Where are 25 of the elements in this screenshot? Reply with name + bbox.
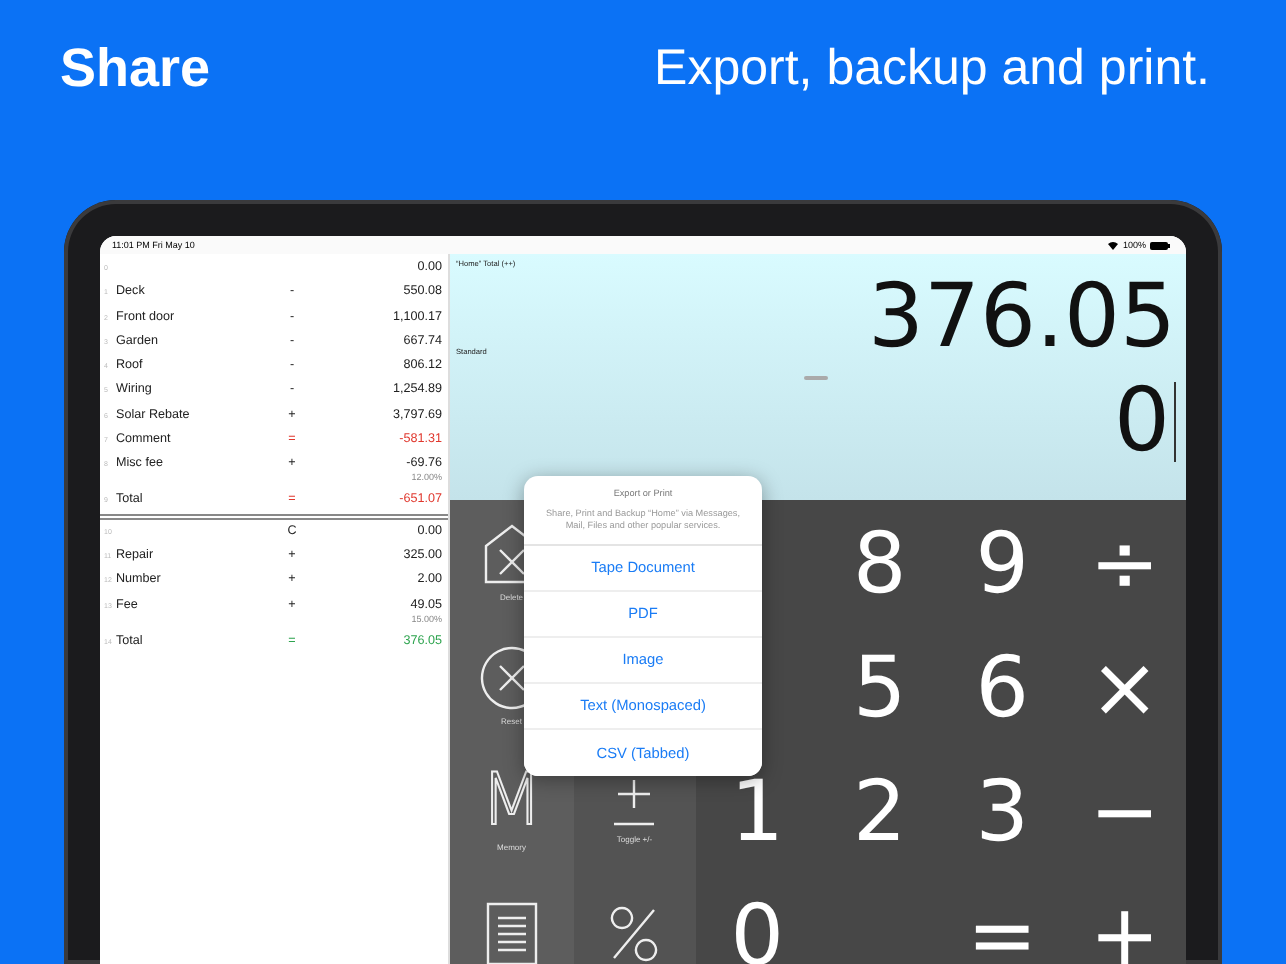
- keypad-key[interactable]: 9: [941, 500, 1064, 624]
- keypad-key[interactable]: 8: [818, 500, 941, 624]
- text-cursor: [1174, 382, 1176, 462]
- percent-key[interactable]: [573, 872, 696, 964]
- keypad-key[interactable]: ×: [1063, 624, 1186, 748]
- document-icon: [485, 902, 538, 964]
- keypad-key[interactable]: 6: [941, 624, 1064, 748]
- page-title: Share: [60, 38, 211, 98]
- wifi-icon: [1108, 241, 1119, 249]
- keypad-key[interactable]: 3: [941, 748, 1064, 872]
- drag-handle[interactable]: [804, 376, 828, 380]
- tagline: Export, backup and print.: [654, 38, 1210, 98]
- percent-icon: [606, 904, 663, 964]
- keypad-key[interactable]: 5: [818, 624, 941, 748]
- keypad-key[interactable]: +: [1063, 872, 1186, 964]
- keypad-key[interactable]: −: [1063, 748, 1186, 872]
- keypad-key[interactable]: =: [941, 872, 1064, 964]
- plus-minus-icon: [610, 776, 659, 828]
- battery-icon: [1150, 241, 1170, 249]
- keypad-key[interactable]: ÷: [1063, 500, 1186, 624]
- keypad-key[interactable]: 2: [818, 748, 941, 872]
- tape-key[interactable]: [450, 872, 573, 964]
- result-value: 376.05: [868, 272, 1176, 364]
- keypad-key[interactable]: 0: [696, 872, 819, 964]
- entry-value: 0: [1114, 376, 1170, 468]
